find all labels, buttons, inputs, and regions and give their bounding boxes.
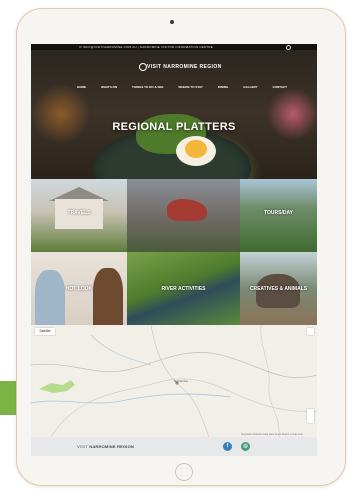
person-image — [93, 268, 123, 325]
tile-label: RIVER ACTIVITIES — [161, 286, 206, 292]
nav-item-home[interactable]: HOME — [77, 85, 86, 89]
tablet-camera — [170, 20, 174, 24]
instagram-icon[interactable]: ◎ — [241, 442, 250, 451]
green-accent-bar — [0, 381, 16, 415]
hero-title: REGIONAL PLATTERS — [112, 121, 236, 133]
person-image — [35, 270, 65, 325]
vintage-plane-image — [167, 199, 207, 221]
map-town-label: Narromine — [174, 379, 189, 383]
main-nav: HOME WHATS ON THINGS TO DO & SEE WHERE T… — [77, 85, 287, 89]
top-info-bar: ✉ INFO@VISITNARROMINE.COM.AU | NARROMINE… — [31, 44, 317, 50]
tile-river-activities[interactable]: RIVER ACTIVITIES — [127, 252, 240, 325]
tile-label: TOURS/DAY — [264, 210, 293, 216]
nav-item-dining[interactable]: DINING — [218, 85, 229, 89]
tile-label: HOT LOOK — [65, 286, 93, 292]
tile-creatives-animals[interactable]: CREATIVES & ANIMALS — [240, 252, 317, 325]
map-fullscreen-icon[interactable] — [307, 328, 314, 335]
logo-mark-icon — [139, 63, 147, 71]
site-logo[interactable]: VISIT NARROMINE REGION — [147, 64, 222, 70]
nav-item-whats-on[interactable]: WHATS ON — [101, 85, 117, 89]
category-tiles: TRAVELS TOURS/DAY HOT LOOK RIVER ACTIVIT… — [31, 179, 317, 325]
tablet-screen: ✉ INFO@VISITNARROMINE.COM.AU | NARROMINE… — [31, 44, 317, 456]
tile-hot-look[interactable]: HOT LOOK — [31, 252, 127, 325]
map-attribution[interactable]: Keyboard shortcuts Map data Terms Report… — [241, 433, 303, 436]
map-satellite-button[interactable]: Satellite — [35, 328, 55, 335]
nav-item-where-to-stay[interactable]: WHERE TO STAY — [178, 85, 202, 89]
nav-item-gallery[interactable]: GALLERY — [243, 85, 257, 89]
map-zoom-controls[interactable] — [307, 409, 314, 423]
tile-tours[interactable]: TOURS/DAY — [240, 179, 317, 252]
nav-item-things-to-do[interactable]: THINGS TO DO & SEE — [132, 85, 163, 89]
site-footer: VISIT NARROMINE REGION f ◎ — [31, 437, 317, 456]
tablet-home-button[interactable] — [175, 463, 193, 481]
tile-label: CREATIVES & ANIMALS — [249, 286, 308, 292]
topbar-contact-text[interactable]: ✉ INFO@VISITNARROMINE.COM.AU | NARROMINE… — [79, 45, 213, 49]
search-icon[interactable] — [286, 45, 291, 50]
facebook-icon[interactable]: f — [223, 442, 232, 451]
tile-label: TRAVELS — [67, 210, 91, 216]
footer-visit-name: NARROMINE REGION — [89, 444, 135, 449]
hero-yolk-image — [185, 140, 207, 158]
region-map[interactable]: Satellite Narromine Keyboard shortcuts M… — [31, 325, 317, 437]
tile-aviation[interactable] — [127, 179, 240, 252]
footer-visit-prefix: VISIT — [77, 444, 88, 449]
nav-item-contact[interactable]: CONTACT — [272, 85, 286, 89]
tile-travels[interactable]: TRAVELS — [31, 179, 127, 252]
hero-section: ✉ INFO@VISITNARROMINE.COM.AU | NARROMINE… — [31, 44, 317, 179]
footer-brand: VISIT NARROMINE REGION — [77, 444, 134, 449]
